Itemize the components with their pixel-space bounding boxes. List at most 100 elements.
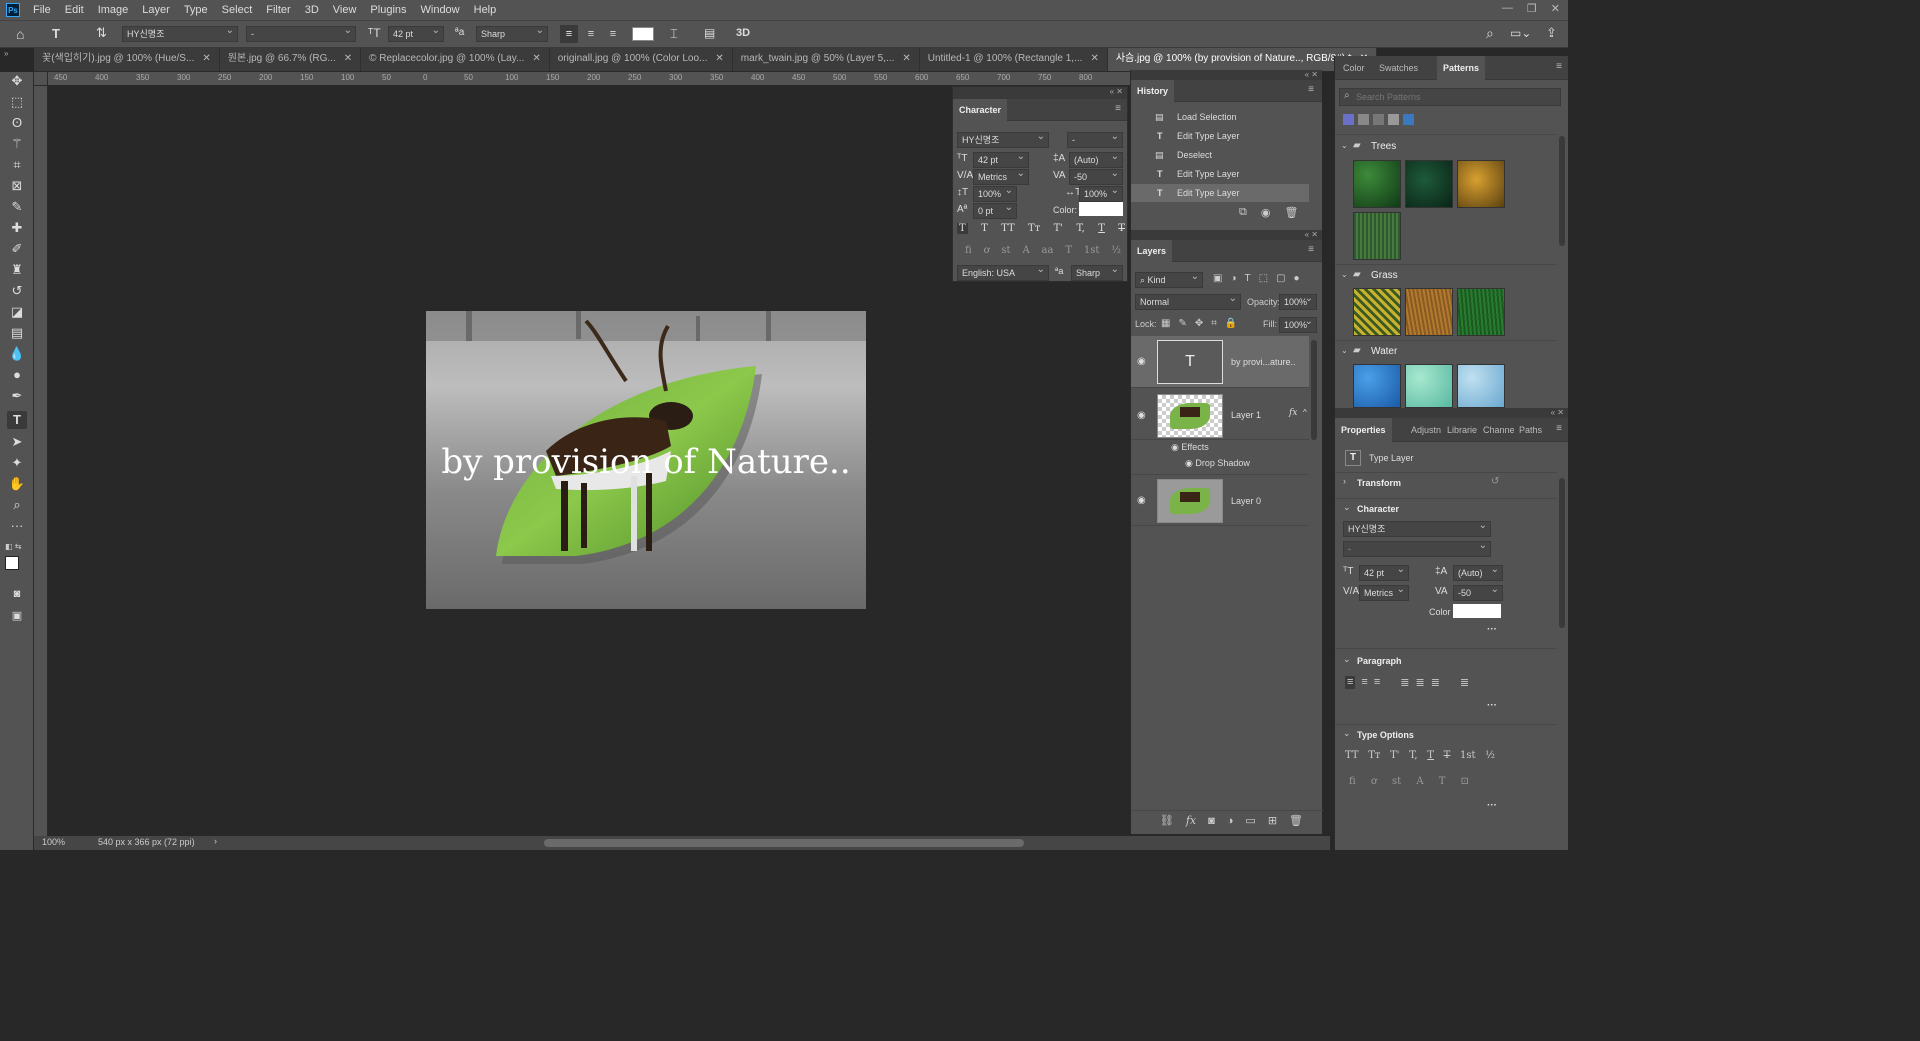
subscript-button[interactable]: T, <box>1076 223 1084 234</box>
pattern-grass-3[interactable] <box>1457 288 1505 336</box>
collapse-effects-icon[interactable]: ^ <box>1303 408 1307 417</box>
menu-file[interactable]: File <box>26 4 58 16</box>
close-tab-icon[interactable]: ✕ <box>532 48 540 71</box>
document-info[interactable]: 540 px x 366 px (72 ppi) <box>98 837 195 847</box>
font-style-select[interactable]: - <box>246 24 356 42</box>
prop-tracking-select[interactable]: -50 <box>1453 583 1503 601</box>
effects-row[interactable]: ◉ Effects <box>1171 442 1209 453</box>
filter-shape-icon[interactable]: ⬚ <box>1259 273 1268 284</box>
char-font-select[interactable]: HY신명조 <box>957 130 1049 148</box>
snapshot-icon[interactable]: ◉ <box>1261 206 1271 219</box>
menu-edit[interactable]: Edit <box>58 4 91 16</box>
eraser-tool-icon[interactable]: ◪ <box>7 303 27 321</box>
type-options-section[interactable]: Type Options <box>1357 730 1414 741</box>
dodge-tool-icon[interactable]: ● <box>7 366 27 384</box>
underline-button[interactable]: T <box>1098 223 1105 234</box>
panel-menu-icon[interactable]: ≡ <box>1556 61 1562 72</box>
layer-filter-kind-select[interactable]: ⌕ Kind <box>1135 270 1203 288</box>
add-layer-style-icon[interactable]: fx <box>1186 814 1196 827</box>
justify-center-icon[interactable]: ≣ <box>1415 676 1424 689</box>
character-more-button[interactable]: ··· <box>1487 624 1497 635</box>
drop-shadow-row[interactable]: ◉ Drop Shadow <box>1185 458 1250 469</box>
history-item[interactable]: T Edit Type Layer <box>1131 165 1309 183</box>
layer-row-layer1[interactable]: ◉ Layer 1 fx ^ <box>1131 390 1309 440</box>
chevron-down-icon[interactable]: ⌄ <box>1343 654 1351 665</box>
close-tab-icon[interactable]: ✕ <box>1090 48 1098 71</box>
history-tab[interactable]: History <box>1131 80 1175 102</box>
character-panel-toggle-icon[interactable]: ▤ <box>704 26 715 40</box>
ruler-origin[interactable] <box>34 72 48 86</box>
zoom-tool-icon[interactable]: ⌕ <box>7 496 27 514</box>
delete-state-icon[interactable]: 🗑 <box>1284 206 1298 219</box>
visibility-eye-icon[interactable]: ◉ <box>1185 458 1195 468</box>
faux-italic-button[interactable]: T <box>981 223 988 234</box>
titling-alternates-button[interactable]: T <box>1439 776 1446 787</box>
close-tab-icon[interactable]: ✕ <box>344 48 352 71</box>
canvas-text-layer[interactable]: by provision of Nature.. <box>441 442 850 482</box>
link-layers-icon[interactable]: ⛓ <box>1160 814 1174 827</box>
close-tab-icon[interactable]: ✕ <box>715 48 723 71</box>
char-baseline-input[interactable]: 0 pt <box>973 201 1017 219</box>
character-section[interactable]: Character <box>1357 504 1399 515</box>
swash-button[interactable]: A <box>1022 245 1029 256</box>
small-caps-button[interactable]: Tт <box>1028 223 1040 234</box>
layers-panel-controls[interactable]: « ✕ <box>1131 230 1322 240</box>
blur-tool-icon[interactable]: 💧 <box>7 345 27 363</box>
font-size-select[interactable]: 42 pt <box>388 24 444 42</box>
zoom-level[interactable]: 100% <box>42 837 65 847</box>
char-leading-select[interactable]: (Auto) <box>1069 150 1123 168</box>
more-tools-icon[interactable]: ··· <box>7 517 27 535</box>
prop-style-select[interactable]: - <box>1343 539 1491 557</box>
pattern-tree-4[interactable] <box>1353 212 1401 260</box>
chevron-down-icon[interactable]: ⌄ <box>1343 728 1351 739</box>
stylistic-alternates-button[interactable]: aa <box>1042 245 1054 256</box>
tab-color[interactable]: Color <box>1343 63 1365 73</box>
prop-font-select[interactable]: HY신명조 <box>1343 519 1491 537</box>
align-left-icon[interactable]: ≡ <box>560 25 578 43</box>
share-icon[interactable]: ⇪ <box>1546 25 1557 41</box>
toggle-orientation-icon[interactable]: ⇅ <box>96 25 107 41</box>
default-colors-icon[interactable]: ◧ ⇆ <box>5 542 21 551</box>
char-vscale-input[interactable]: 100% <box>973 184 1017 202</box>
blend-mode-select[interactable]: Normal <box>1135 292 1241 310</box>
superscript-button[interactable]: T' <box>1390 750 1399 761</box>
align-right-icon[interactable]: ≡ <box>1374 676 1380 689</box>
pattern-recent-2[interactable] <box>1358 114 1369 125</box>
pattern-recent-3[interactable] <box>1373 114 1384 125</box>
panel-menu-icon[interactable]: ≡ <box>1556 423 1562 434</box>
expand-toolbar-icon[interactable]: » <box>4 49 8 58</box>
menu-view[interactable]: View <box>326 4 364 16</box>
tab-adjustments[interactable]: Adjustn <box>1411 425 1441 435</box>
menu-3d[interactable]: 3D <box>298 4 326 16</box>
frame-tool-icon[interactable]: ⊠ <box>7 177 27 195</box>
justify-right-icon[interactable]: ≣ <box>1431 676 1440 689</box>
pattern-tree-3[interactable] <box>1457 160 1505 208</box>
strikethrough-button[interactable]: T <box>1118 223 1125 234</box>
faux-bold-button[interactable]: T <box>957 223 968 234</box>
paragraph-section[interactable]: Paragraph <box>1357 656 1402 667</box>
document-image[interactable]: by provision of Nature.. <box>426 311 866 609</box>
filter-adjustment-icon[interactable]: ◑ <box>1230 273 1236 284</box>
pattern-tree-2[interactable] <box>1405 160 1453 208</box>
new-adjustment-layer-icon[interactable]: ◑ <box>1227 815 1234 827</box>
ordinals-button[interactable]: 1st <box>1084 245 1100 256</box>
move-tool-icon[interactable]: ✥ <box>7 72 27 90</box>
menu-plugins[interactable]: Plugins <box>363 4 413 16</box>
paragraph-more-button[interactable]: ··· <box>1487 700 1497 711</box>
eyedropper-tool-icon[interactable]: ✎ <box>7 198 27 216</box>
char-style-select[interactable]: - <box>1067 130 1123 148</box>
justify-left-icon[interactable]: ≣ <box>1400 676 1409 689</box>
search-icon[interactable]: ⌕ <box>1486 25 1494 42</box>
new-layer-icon[interactable]: ⊞ <box>1268 814 1277 827</box>
prop-size-select[interactable]: 42 pt <box>1359 563 1409 581</box>
menu-type[interactable]: Type <box>177 4 215 16</box>
discretionary-ligatures-button[interactable]: st <box>1392 776 1401 787</box>
history-panel-controls[interactable]: « ✕ <box>1131 70 1322 80</box>
pattern-recent-5[interactable] <box>1403 114 1414 125</box>
pattern-group-trees[interactable]: Trees <box>1371 141 1396 152</box>
path-selection-tool-icon[interactable]: ➤ <box>7 433 27 451</box>
underline-button[interactable]: T <box>1427 750 1434 761</box>
transform-section[interactable]: Transform <box>1357 478 1401 489</box>
char-antialias-select[interactable]: Sharp <box>1071 263 1123 281</box>
ordinals-button[interactable]: 1st <box>1460 750 1476 761</box>
